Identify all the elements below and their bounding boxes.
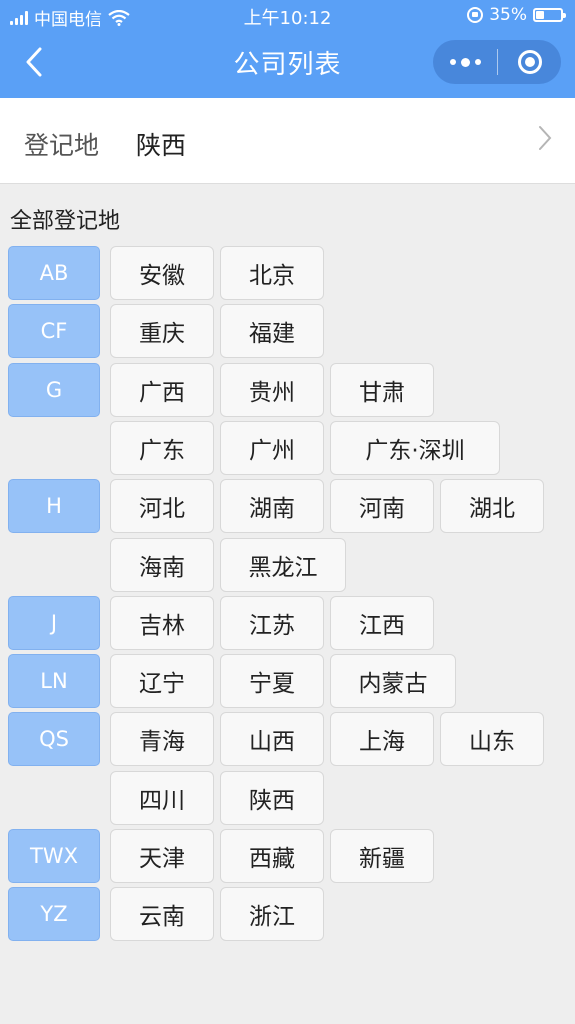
more-dot-icon: [460, 57, 470, 67]
region-chip[interactable]: 辽宁: [110, 654, 214, 708]
region-chip[interactable]: 北京: [220, 246, 324, 300]
region-chip[interactable]: 甘肃: [330, 363, 434, 417]
region-chip[interactable]: 广州: [220, 421, 324, 475]
more-dot-icon: [474, 59, 481, 65]
section-title: 全部登记地: [10, 209, 121, 234]
registration-selector[interactable]: 登记地 陕西: [0, 98, 575, 184]
region-chip[interactable]: 宁夏: [220, 654, 324, 708]
region-chip[interactable]: 安徽: [110, 246, 214, 300]
battery-percent: 35%: [489, 5, 527, 25]
region-chip[interactable]: 贵州: [220, 363, 324, 417]
region-chip[interactable]: 广西: [110, 363, 214, 417]
region-chip[interactable]: 天津: [110, 829, 214, 883]
nav-bar: 公司列表: [0, 30, 575, 98]
mini-program-capsule: [433, 40, 561, 84]
status-bar: 中国电信 上午10:12 35%: [0, 0, 575, 30]
status-right: 35%: [467, 5, 566, 25]
battery-icon: [533, 8, 566, 22]
region-chip[interactable]: 湖北: [440, 479, 544, 533]
region-chip[interactable]: 河南: [330, 479, 434, 533]
region-chip[interactable]: 黑龙江: [220, 538, 346, 592]
letter-group-yz[interactable]: YZ: [8, 887, 100, 941]
back-button[interactable]: [20, 46, 50, 78]
region-chip[interactable]: 广东·深圳: [330, 421, 500, 475]
region-chip[interactable]: 湖南: [220, 479, 324, 533]
region-chip[interactable]: 陕西: [220, 771, 324, 825]
region-chip[interactable]: 江西: [330, 596, 434, 650]
region-chip[interactable]: 云南: [110, 887, 214, 941]
letter-group-twx[interactable]: TWX: [8, 829, 100, 883]
region-chip[interactable]: 青海: [110, 712, 214, 766]
region-chip[interactable]: 上海: [330, 712, 434, 766]
rotation-lock-icon: [467, 7, 484, 23]
letter-group-qs[interactable]: QS: [8, 712, 100, 766]
registration-label: 登记地: [24, 131, 100, 160]
close-button[interactable]: [498, 40, 561, 84]
region-chip[interactable]: 广东: [110, 421, 214, 475]
region-chip[interactable]: 福建: [220, 304, 324, 358]
more-dot-icon: [449, 59, 456, 65]
region-chip[interactable]: 西藏: [220, 829, 324, 883]
chevron-right-icon: [539, 126, 552, 150]
region-chip[interactable]: 重庆: [110, 304, 214, 358]
region-chip[interactable]: 山东: [440, 712, 544, 766]
region-chip[interactable]: 山西: [220, 712, 324, 766]
top-bar: 中国电信 上午10:12 35% 公司列表: [0, 0, 575, 98]
region-chip[interactable]: 吉林: [110, 596, 214, 650]
more-button[interactable]: [433, 40, 497, 84]
letter-group-ln[interactable]: LN: [8, 654, 100, 708]
region-chip[interactable]: 内蒙古: [330, 654, 456, 708]
region-chip[interactable]: 江苏: [220, 596, 324, 650]
letter-group-g[interactable]: G: [8, 363, 100, 417]
region-chip[interactable]: 四川: [110, 771, 214, 825]
region-chip[interactable]: 海南: [110, 538, 214, 592]
region-chip[interactable]: 新疆: [330, 829, 434, 883]
region-chip[interactable]: 浙江: [220, 887, 324, 941]
region-chip[interactable]: 河北: [110, 479, 214, 533]
letter-group-ab[interactable]: AB: [8, 246, 100, 300]
letter-group-j[interactable]: J: [8, 596, 100, 650]
close-target-icon: [517, 50, 542, 74]
letter-group-h[interactable]: H: [8, 479, 100, 533]
registration-value: 陕西: [136, 131, 187, 160]
letter-group-cf[interactable]: CF: [8, 304, 100, 358]
